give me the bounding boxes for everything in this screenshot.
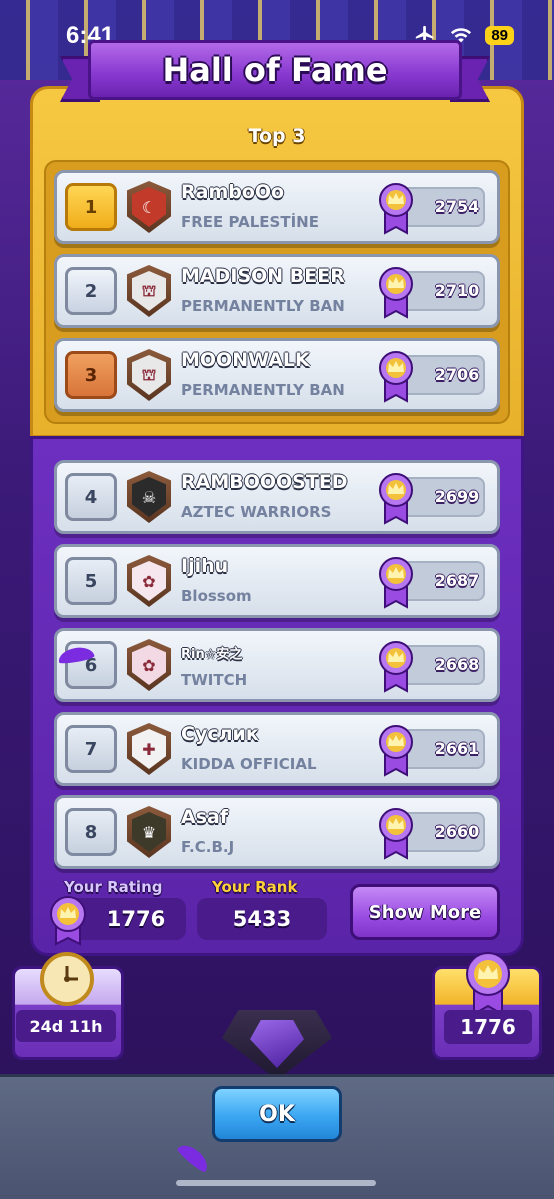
trophy-count: 2687 (434, 571, 480, 590)
clan-name: AZTEC WARRIORS (181, 503, 332, 521)
clan-badge-icon: ☠ (127, 471, 171, 523)
trophy-count-box: 2706 (379, 351, 485, 403)
trophy-medal-icon (379, 641, 413, 693)
player-row[interactable]: 6 ✿ Rin☆安之 TWITCH 2668 (54, 628, 500, 702)
player-row[interactable]: 3 ⛫ MOONWALK PERMANENTLY BAN 2706 (54, 338, 500, 412)
home-indicator[interactable] (176, 1180, 376, 1186)
your-rating-value: 1776 (106, 907, 166, 931)
your-rank-label: Your Rank (212, 878, 298, 896)
ok-button[interactable]: OK (212, 1086, 342, 1142)
clan-badge-symbol: ✚ (132, 729, 166, 769)
player-row[interactable]: 1 ☾ RamboOo FREE PALESTİNE 2754 (54, 170, 500, 244)
clan-name: F.C.B.J (181, 838, 235, 856)
trophy-count: 2706 (434, 365, 480, 384)
clan-badge-icon: ✚ (127, 723, 171, 775)
trophy-medal-icon (379, 725, 413, 777)
trophy-count-box: 2661 (379, 725, 485, 777)
clan-badge-icon: ✿ (127, 639, 171, 691)
rank-number: 3 (65, 351, 117, 399)
trophy-count-box: 2660 (379, 808, 485, 860)
clan-name: PERMANENTLY BAN (181, 381, 345, 399)
trophy-count-box: 2699 (379, 473, 485, 525)
ribbon-main: Hall of Fame (88, 40, 462, 100)
clan-badge-symbol: ✿ (132, 561, 166, 601)
rank-number: 4 (65, 473, 117, 521)
show-more-button[interactable]: Show More (350, 884, 500, 940)
trophy-count: 2661 (434, 739, 480, 758)
trophy-count: 2668 (434, 655, 480, 674)
trophy-medal-icon (466, 952, 510, 1016)
trophy-count: 2754 (434, 197, 480, 216)
your-rank-box: 5433 (197, 898, 327, 940)
player-name: Asaf (181, 806, 229, 828)
player-row[interactable]: 2 ⛫ MADISON BEER PERMANENTLY BAN 2710 (54, 254, 500, 328)
clan-name: PERMANENTLY BAN (181, 297, 345, 315)
trophy-medal-icon (379, 351, 413, 403)
clan-badge-icon: ♛ (127, 806, 171, 858)
your-rank-value: 5433 (232, 907, 292, 931)
trophy-medal-icon (379, 557, 413, 609)
clan-name: KIDDA OFFICIAL (181, 755, 317, 773)
title-ribbon: Hall of Fame (60, 40, 490, 106)
clan-name: FREE PALESTİNE (181, 213, 319, 231)
rank-number: 2 (65, 267, 117, 315)
player-name: RamboOo (181, 181, 285, 203)
trophy-medal-icon (379, 183, 413, 235)
clan-badge-icon: ☾ (127, 181, 171, 233)
player-row[interactable]: 5 ✿ Ijihu Blossom 2687 (54, 544, 500, 618)
clock-icon (40, 952, 94, 1006)
player-name: Ijihu (181, 555, 229, 577)
trophy-count: 2699 (434, 487, 480, 506)
clan-badge-icon: ⛫ (127, 349, 171, 401)
player-row[interactable]: 4 ☠ RAMBOOOSTED AZTEC WARRIORS 2699 (54, 460, 500, 534)
clan-badge-icon: ⛫ (127, 265, 171, 317)
trophy-count-box: 2668 (379, 641, 485, 693)
clan-badge-symbol: ♛ (132, 812, 166, 852)
player-name: RAMBOOOSTED (181, 471, 348, 493)
player-row[interactable]: 8 ♛ Asaf F.C.B.J 2660 (54, 795, 500, 869)
rank-number: 8 (65, 808, 117, 856)
rating-medal-icon (50, 896, 86, 946)
trophy-count-box: 2710 (379, 267, 485, 319)
top3-label: Top 3 (248, 125, 306, 147)
player-name: MADISON BEER (181, 265, 345, 287)
trophy-count: 2660 (434, 822, 480, 841)
trophy-count-box: 2687 (379, 557, 485, 609)
player-name: Суслик (181, 723, 259, 745)
clan-badge-icon: ✿ (127, 555, 171, 607)
clan-badge-symbol: ☠ (132, 477, 166, 517)
rank-number: 7 (65, 725, 117, 773)
trophy-medal-icon (379, 808, 413, 860)
clan-name: TWITCH (181, 671, 248, 689)
trophy-medal-icon (379, 267, 413, 319)
clan-badge-symbol: ⛫ (132, 355, 166, 395)
trophy-count-box: 2754 (379, 183, 485, 235)
clan-badge-symbol: ⛫ (132, 271, 166, 311)
clan-badge-symbol: ☾ (132, 187, 166, 227)
trophy-road-value: 1776 (444, 1010, 532, 1044)
player-row[interactable]: 7 ✚ Суслик KIDDA OFFICIAL 2661 (54, 712, 500, 786)
player-name: Rin☆安之 (181, 647, 243, 662)
rank-number: 5 (65, 557, 117, 605)
trophy-count: 2710 (434, 281, 480, 300)
season-timer-value: 24d 11h (16, 1010, 116, 1042)
trophy-medal-icon (379, 473, 413, 525)
clan-name: Blossom (181, 587, 252, 605)
clan-badge-symbol: ✿ (132, 645, 166, 685)
rank-number: 1 (65, 183, 117, 231)
page-title: Hall of Fame (162, 51, 388, 89)
player-name: MOONWALK (181, 349, 310, 371)
